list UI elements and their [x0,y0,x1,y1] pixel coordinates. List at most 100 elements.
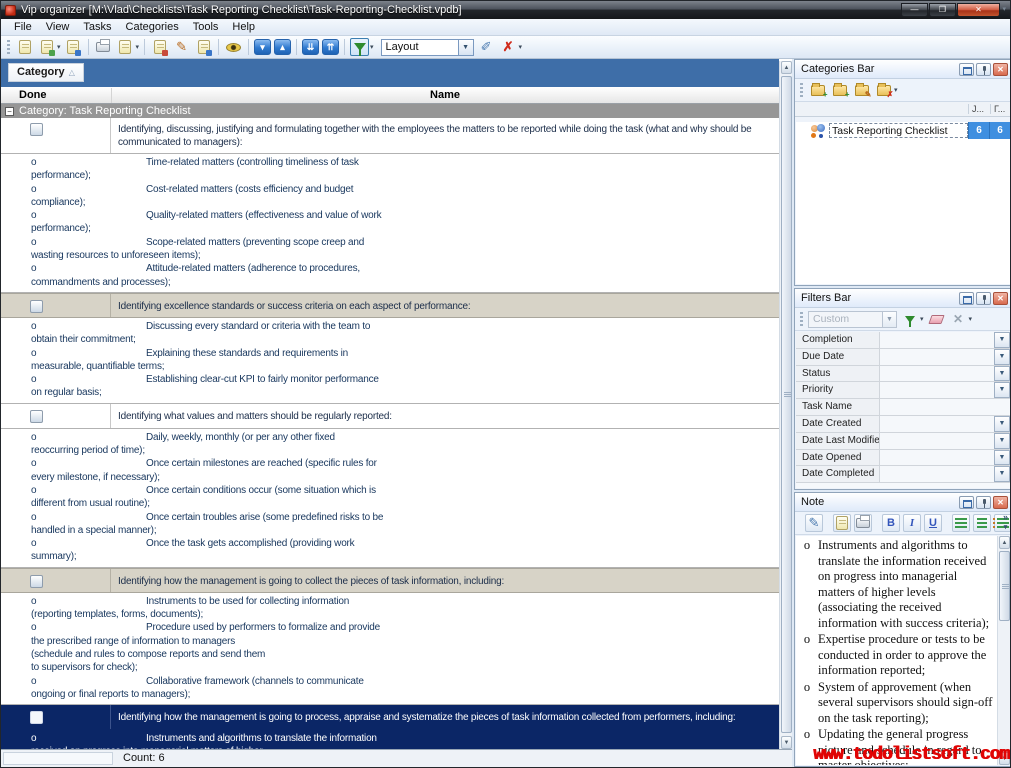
menu-item-help[interactable]: Help [225,20,262,34]
paste-task-button[interactable] [194,38,213,56]
scroll-down-icon[interactable]: ▼ [781,736,792,749]
scroll-thumb[interactable] [999,551,1010,621]
panel-pin-icon[interactable] [976,496,991,509]
new-task-button[interactable] [15,38,34,56]
delete-layout-button[interactable]: ✗ [499,38,518,56]
save-button[interactable] [64,38,83,56]
underline-button[interactable]: U [924,514,942,532]
bold-button[interactable]: B [882,514,900,532]
filter-dropdown-icon[interactable]: ▼ [994,349,1010,365]
menu-item-tools[interactable]: Tools [186,20,226,34]
filter-toggle-button[interactable] [350,38,369,56]
menu-overflow-icon[interactable]: ▾ [1002,5,1006,13]
apply-filter-dropdown-icon[interactable]: ▾ [920,315,924,323]
align-left-button[interactable] [952,514,970,532]
task-row[interactable]: Identifying excellence standards or succ… [1,293,779,318]
print-note-button[interactable] [854,514,872,532]
menu-item-tasks[interactable]: Tasks [76,20,118,34]
filter-value[interactable] [880,466,994,482]
filter-value[interactable] [880,366,994,382]
categories-overflow-icon[interactable]: ▾ [894,86,898,94]
panel-restore-icon[interactable] [959,63,974,76]
column-header-done[interactable]: Done [19,89,47,101]
filter-dropdown-icon[interactable]: ▼ [994,332,1010,348]
note-content[interactable]: oInstruments and algorithms to translate… [796,536,1010,765]
task-details-row[interactable]: oTime-related matters (controlling timel… [1,154,779,293]
category-list-item[interactable]: Task Reporting Checklist 6 6 [796,122,1010,139]
panel-pin-icon[interactable] [976,63,991,76]
add-category-button[interactable]: + [808,81,827,99]
filter-value[interactable] [880,399,1010,415]
layout-combobox[interactable]: Layout ▼ [381,39,474,56]
layout-combobox-arrow-icon[interactable]: ▼ [459,39,474,56]
filter-value[interactable] [880,332,994,348]
column-header-name[interactable]: Name [111,89,779,101]
task-details-row[interactable]: oDiscussing every standard or criteria w… [1,318,779,404]
layout-combobox-value[interactable]: Layout [381,39,459,56]
task-row[interactable]: Identifying how the management is going … [1,568,779,593]
filter-value[interactable] [880,349,994,365]
align-center-button[interactable] [973,514,991,532]
note-scrollbar[interactable]: ▲ ▼ [997,536,1010,765]
filter-value[interactable] [880,416,994,432]
layout-overflow-icon[interactable]: ▾ [519,43,523,51]
scroll-thumb[interactable] [781,76,792,733]
task-details-row[interactable]: oInstruments to be used for collecting i… [1,593,779,705]
group-row[interactable]: −Category: Task Reporting Checklist [1,104,779,118]
filter-value[interactable] [880,382,994,398]
minimize-button[interactable]: — [901,3,928,17]
filter-dropdown-icon[interactable]: ▼ [994,366,1010,382]
group-by-category-button[interactable]: Category△ [8,63,84,82]
add-task-dropdown-icon[interactable]: ▾ [57,43,61,51]
panel-pin-icon[interactable] [976,292,991,305]
edit-note-button[interactable]: ✎ [805,514,823,532]
filter-dropdown-icon[interactable]: ▾ [370,43,374,51]
panel-close-icon[interactable]: ✕ [993,496,1008,509]
view-button[interactable] [224,38,243,56]
apply-layout-button[interactable]: ✐ [477,38,496,56]
print-button[interactable] [94,38,113,56]
panel-close-icon[interactable]: ✕ [993,63,1008,76]
filter-preset-combobox[interactable]: Custom ▼ [808,311,897,328]
print-dropdown-icon[interactable]: ▾ [136,43,140,51]
filter-preset-arrow-icon[interactable]: ▼ [883,311,897,328]
add-subcategory-button[interactable]: + [830,81,849,99]
menu-item-file[interactable]: File [7,20,39,34]
menu-item-categories[interactable]: Categories [119,20,186,34]
filter-dropdown-icon[interactable]: ▼ [994,382,1010,398]
filter-dropdown-icon[interactable]: ▼ [994,466,1010,482]
close-button[interactable]: ✕ [957,3,1000,17]
italic-button[interactable]: I [903,514,921,532]
grid-scrollbar[interactable]: ▲ ▼ [779,61,792,749]
filter-dropdown-icon[interactable]: ▼ [994,450,1010,466]
restore-button[interactable]: ❐ [929,3,956,17]
filter-preset-value[interactable]: Custom [808,311,883,328]
move-top-button[interactable]: ⇈ [322,39,339,55]
add-task-button[interactable] [37,38,56,56]
scroll-up-icon[interactable]: ▲ [999,536,1010,549]
apply-filter-button[interactable] [900,310,919,328]
task-checkbox[interactable] [30,410,43,423]
panel-close-icon[interactable]: ✕ [993,292,1008,305]
print-preview-button[interactable] [116,38,135,56]
clear-filter-button[interactable] [927,310,946,328]
task-details-row[interactable]: oInstruments and algorithms to translate… [1,730,779,749]
scroll-up-icon[interactable]: ▲ [781,61,792,74]
filters-overflow-icon[interactable]: ▾ [969,315,973,323]
task-checkbox[interactable] [30,300,43,313]
task-row[interactable]: Identifying what values and matters shou… [1,404,779,429]
move-bottom-button[interactable]: ⇊ [302,39,319,55]
task-checkbox[interactable] [30,123,43,136]
menu-item-view[interactable]: View [39,20,77,34]
filter-value[interactable] [880,433,994,449]
edit-task-button[interactable]: ✎ [172,38,191,56]
task-row[interactable]: Identifying how the management is going … [1,705,779,730]
task-checkbox[interactable] [30,575,43,588]
new-note-button[interactable] [833,514,851,532]
filter-value[interactable] [880,450,994,466]
move-up-button[interactable]: ▴ [274,39,291,55]
category-name[interactable]: Task Reporting Checklist [829,123,968,138]
edit-category-button[interactable]: ✎ [852,81,871,99]
filter-dropdown-icon[interactable]: ▼ [994,433,1010,449]
task-checkbox[interactable] [30,711,43,724]
